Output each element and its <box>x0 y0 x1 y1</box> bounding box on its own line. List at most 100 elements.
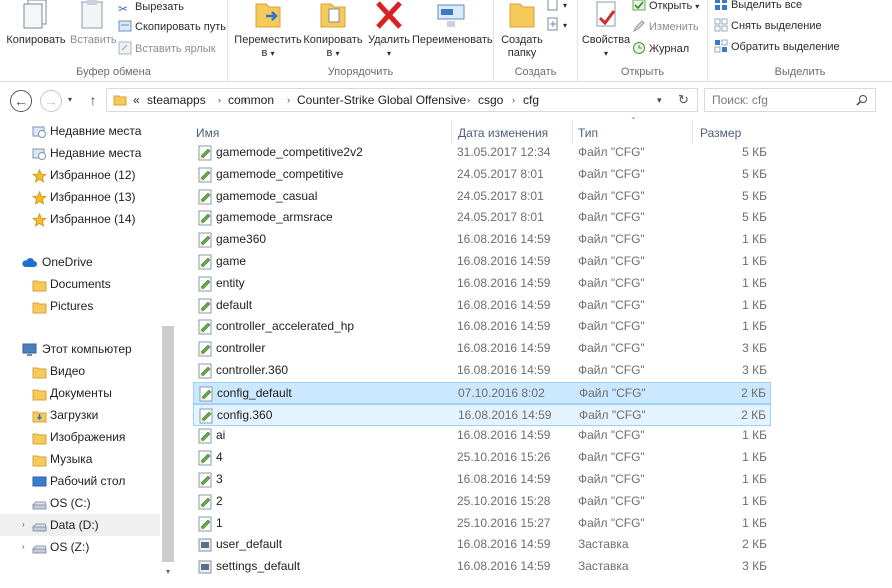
nav-item[interactable]: Недавние места <box>0 120 160 142</box>
refresh-icon[interactable]: ↻ <box>678 89 689 111</box>
nav-item[interactable]: Pictures <box>0 295 160 317</box>
nav-scroll-down-icon[interactable]: ▾ <box>160 564 176 580</box>
column-header-size[interactable]: Размер <box>700 123 741 143</box>
drive-icon <box>31 518 47 532</box>
back-button[interactable]: ← <box>10 90 32 112</box>
file-row[interactable]: user_default 16.08.2016 14:59 Заставка 2 КБ <box>193 534 771 556</box>
file-row[interactable]: entity 16.08.2016 14:59 Файл "CFG" 1 КБ <box>193 273 771 295</box>
expand-arrow-icon[interactable]: › <box>22 514 25 536</box>
nav-item[interactable]: Загрузки <box>0 404 160 426</box>
file-row[interactable]: gamemode_competitive 24.05.2017 8:01 Файл … <box>193 164 771 186</box>
file-date: 25.10.2016 15:27 <box>457 515 551 530</box>
nav-item[interactable]: › Data (D:) <box>0 514 160 536</box>
properties-button[interactable]: Свойства ▾ <box>580 0 632 60</box>
file-row[interactable]: 4 25.10.2016 15:26 Файл "CFG" 1 КБ <box>193 447 771 469</box>
file-row[interactable]: 3 16.08.2016 14:59 Файл "CFG" 1 КБ <box>193 469 771 491</box>
nav-item[interactable]: Documents <box>0 273 160 295</box>
nav-item[interactable]: › OS (Z:) <box>0 536 160 558</box>
file-row[interactable]: settings_default 16.08.2016 14:59 Заставка… <box>193 556 771 578</box>
open-button[interactable]: Открыть ▾ <box>632 0 699 15</box>
new-folder-label: Создать <box>501 34 543 46</box>
nav-item[interactable]: Недавние места <box>0 142 160 164</box>
file-row[interactable]: controller 16.08.2016 14:59 Файл "CFG" 3 КБ <box>193 338 771 360</box>
column-header-date[interactable]: Дата изменения <box>458 123 548 143</box>
file-date: 16.08.2016 14:59 <box>457 232 551 247</box>
expand-arrow-icon[interactable]: › <box>22 536 25 558</box>
nav-item[interactable]: Рабочий стол <box>0 470 160 492</box>
nav-scrollbar-thumb[interactable] <box>162 326 174 562</box>
nav-item-label: Музыка <box>50 452 93 466</box>
breadcrumb-common[interactable]: common <box>228 89 274 111</box>
column-header-type[interactable]: Тип <box>578 123 598 143</box>
file-row[interactable]: gamemode_casual 24.05.2017 8:01 Файл "CFG"… <box>193 186 771 208</box>
nav-item[interactable]: Избранное (13) <box>0 186 160 208</box>
nav-item[interactable]: Изображения <box>0 426 160 448</box>
file-row[interactable]: controller_accelerated_hp 16.08.2016 14:5… <box>193 316 771 338</box>
column-divider[interactable] <box>572 120 573 144</box>
file-type: Файл "CFG" <box>578 254 645 268</box>
rename-button[interactable]: Переименовать <box>412 0 493 47</box>
select-none-button[interactable]: Снять выделение <box>714 17 822 35</box>
file-row[interactable]: ai 16.08.2016 14:59 Файл "CFG" 1 КБ <box>193 425 771 447</box>
file-name: gamemode_competitive <box>216 166 344 181</box>
file-row[interactable]: game 16.08.2016 14:59 Файл "CFG" 1 КБ <box>193 251 771 273</box>
new-folder-button[interactable]: Создать папку <box>500 0 544 60</box>
move-to-button[interactable]: Переместить в ▾ <box>234 0 302 60</box>
nav-item-label: Недавние места <box>50 146 142 160</box>
column-header-name[interactable]: Имя <box>196 123 219 143</box>
copy-to-button[interactable]: Копировать в ▾ <box>302 0 364 60</box>
file-row[interactable]: config_default 07.10.2016 8:02 Файл "CFG" 2… <box>193 381 771 404</box>
file-name: 3 <box>216 472 223 486</box>
file-row[interactable]: controller.360 16.08.2016 14:59 Файл "CFG"… <box>193 360 771 382</box>
cfg-file-icon <box>198 341 212 357</box>
search-input[interactable] <box>705 89 845 111</box>
breadcrumb-separator-icon[interactable]: › <box>467 89 470 111</box>
file-row[interactable]: default 16.08.2016 14:59 Файл "CFG" 1 КБ <box>193 295 771 317</box>
new-item-button[interactable]: ▾ <box>546 0 567 14</box>
delete-button[interactable]: Удалить ▾ <box>366 0 412 60</box>
nav-item[interactable]: OneDrive <box>0 251 160 273</box>
file-row[interactable]: 1 25.10.2016 15:27 Файл "CFG" 1 КБ <box>193 513 771 535</box>
breadcrumb-overflow[interactable]: « <box>133 89 140 111</box>
nav-scrollbar[interactable]: ▾ <box>160 118 176 588</box>
up-button[interactable]: ↑ <box>84 90 102 112</box>
history-button[interactable]: Журнал <box>632 40 689 58</box>
nav-item[interactable]: Видео <box>0 360 160 382</box>
address-bar[interactable]: « › steamapps › common › Counter-Strike … <box>106 88 698 112</box>
breadcrumb-csgo-game[interactable]: Counter-Strike Global Offensive <box>297 89 466 111</box>
nav-item[interactable]: Этот компьютер <box>0 338 160 360</box>
file-row[interactable]: gamemode_competitive2v2 31.05.2017 12:34 Ф… <box>193 142 771 164</box>
breadcrumb-steamapps[interactable]: steamapps <box>147 89 206 111</box>
cut-button[interactable]: ✂ Вырезать <box>118 0 184 16</box>
file-list-scrollbar[interactable] <box>876 118 892 588</box>
file-row[interactable]: gamemode_armsrace 24.05.2017 8:01 Файл "CF… <box>193 207 771 229</box>
copy-button[interactable]: Копировать <box>6 0 66 47</box>
nav-item[interactable]: Документы <box>0 382 160 404</box>
nav-item[interactable]: OS (C:) <box>0 492 160 514</box>
address-dropdown-icon[interactable]: ▾ <box>657 89 662 111</box>
breadcrumb-separator-icon[interactable]: › <box>218 89 221 111</box>
file-row[interactable]: game360 16.08.2016 14:59 Файл "CFG" 1 КБ <box>193 229 771 251</box>
breadcrumb-separator-icon[interactable]: › <box>512 89 515 111</box>
cfg-file-icon <box>198 232 212 248</box>
file-row[interactable]: 2 25.10.2016 15:28 Файл "CFG" 1 КБ <box>193 491 771 513</box>
paste-button[interactable]: Вставить <box>70 0 117 47</box>
search-box[interactable] <box>704 88 876 112</box>
column-divider[interactable] <box>451 120 452 144</box>
select-all-button[interactable]: Выделить все <box>714 0 802 14</box>
nav-item[interactable]: Избранное (12) <box>0 164 160 186</box>
copy-path-button[interactable]: Скопировать путь <box>118 18 226 36</box>
breadcrumb-cfg[interactable]: cfg <box>523 89 539 111</box>
recent-locations-button[interactable]: ▾ <box>64 90 76 112</box>
forward-button[interactable]: → <box>40 90 62 112</box>
edit-button[interactable]: Изменить <box>632 18 699 36</box>
column-divider[interactable] <box>692 120 693 144</box>
breadcrumb-separator-icon[interactable]: › <box>287 89 290 111</box>
breadcrumb-csgo[interactable]: csgo <box>478 89 503 111</box>
easy-access-button[interactable]: ▾ <box>546 16 567 34</box>
paste-shortcut-button[interactable]: Вставить ярлык <box>118 40 216 58</box>
nav-item[interactable]: Музыка <box>0 448 160 470</box>
nav-item[interactable]: Избранное (14) <box>0 208 160 230</box>
invert-selection-button[interactable]: Обратить выделение <box>714 38 840 56</box>
file-row[interactable]: config.360 16.08.2016 14:59 Файл "CFG" 2 КБ <box>193 403 771 426</box>
